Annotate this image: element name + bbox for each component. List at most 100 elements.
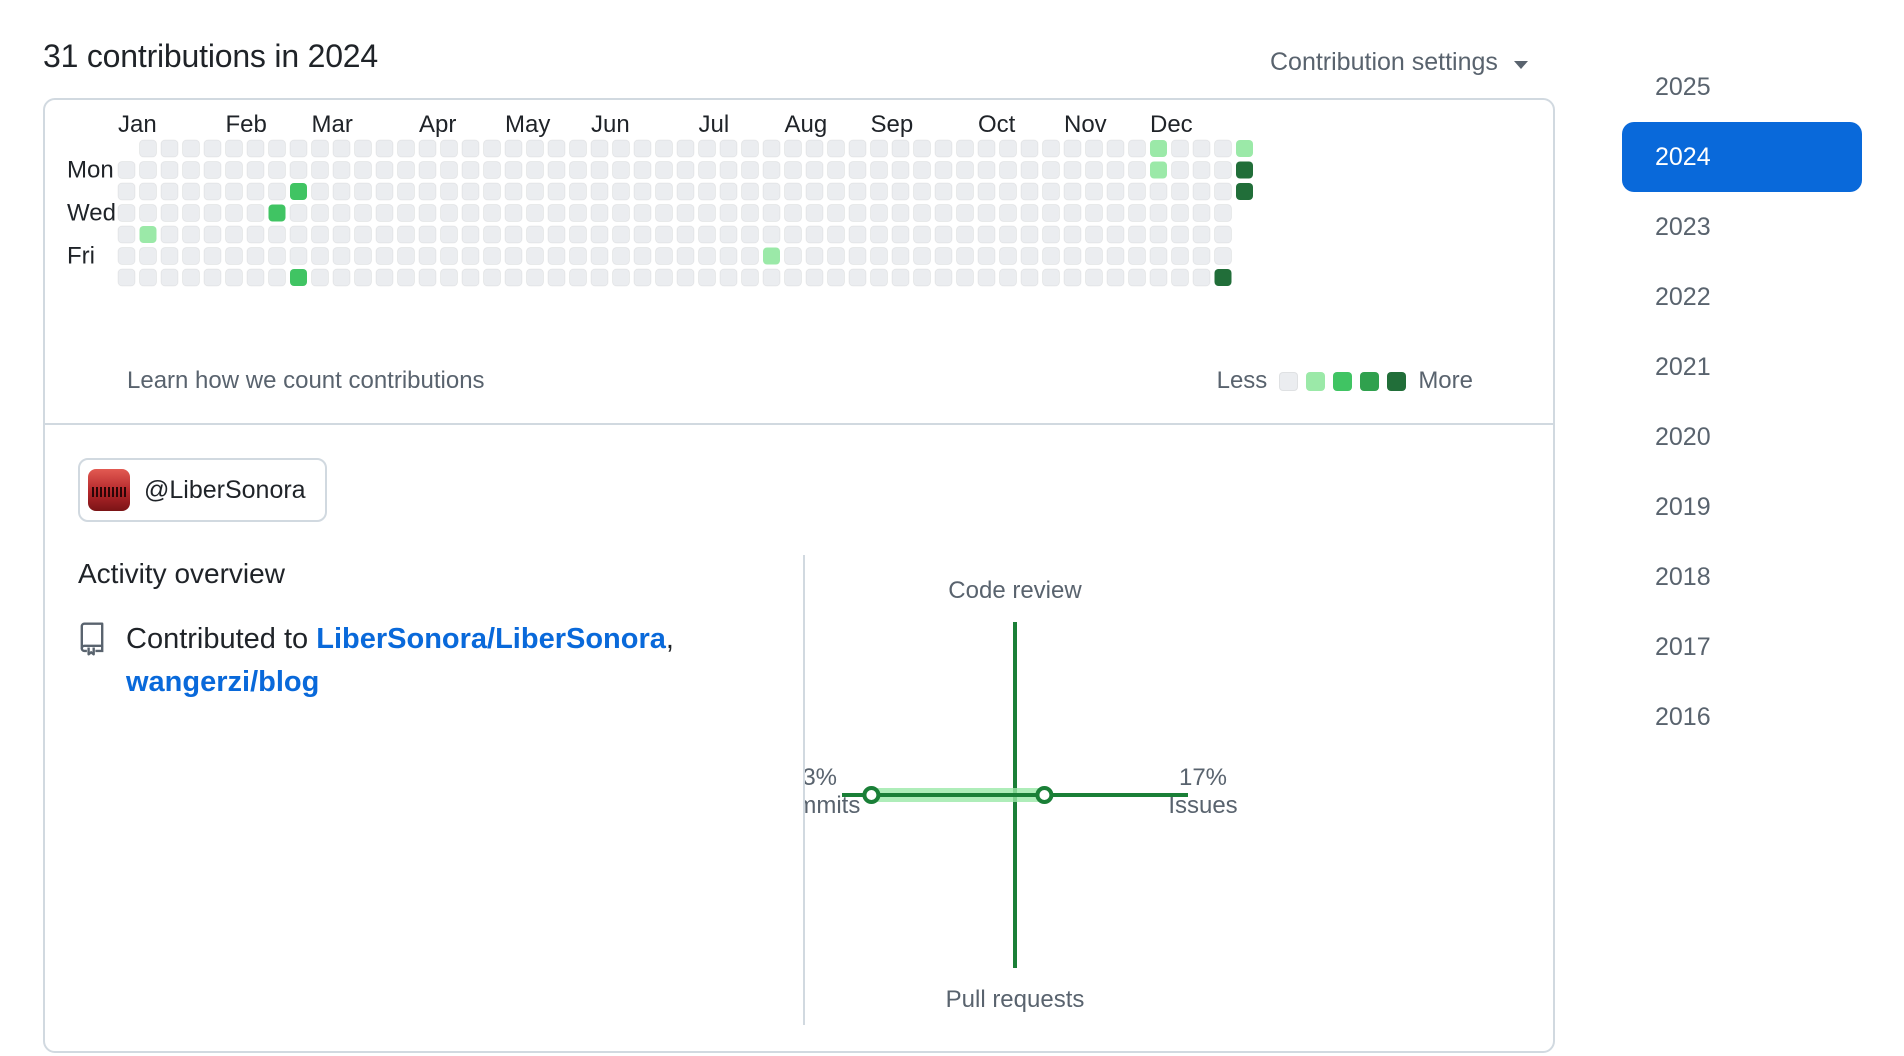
contribution-day-cell[interactable] [891, 225, 910, 244]
contribution-day-cell[interactable] [762, 182, 781, 201]
contribution-day-cell[interactable] [246, 204, 265, 222]
contribution-day-cell[interactable] [569, 139, 587, 158]
contribution-day-cell[interactable] [1171, 225, 1189, 244]
contribution-day-cell[interactable] [418, 225, 437, 244]
contribution-day-cell[interactable] [1042, 139, 1060, 158]
contribution-day-cell[interactable] [590, 247, 609, 265]
contribution-day-cell[interactable] [698, 139, 716, 158]
contribution-settings-button[interactable]: Contribution settings [1270, 48, 1528, 77]
contribution-day-cell[interactable] [655, 268, 673, 287]
year-link-2017[interactable]: 2017 [1622, 612, 1862, 682]
contribution-day-cell[interactable] [655, 204, 673, 222]
contribution-day-cell[interactable] [375, 204, 394, 222]
contribution-day-cell[interactable] [418, 161, 437, 179]
contribution-day-cell[interactable] [1085, 161, 1103, 179]
contribution-day-cell[interactable] [612, 139, 630, 158]
contribution-day-cell[interactable] [311, 268, 329, 287]
contribution-day-cell[interactable] [1085, 204, 1103, 222]
contribution-day-cell[interactable] [827, 225, 845, 244]
contribution-day-cell[interactable] [934, 268, 953, 287]
contribution-day-cell[interactable] [590, 268, 609, 287]
contribution-day-cell[interactable] [977, 268, 996, 287]
contribution-day-cell[interactable] [1171, 268, 1189, 287]
contribution-day-cell[interactable] [934, 204, 953, 222]
contribution-day-cell[interactable] [698, 225, 716, 244]
contribution-day-cell[interactable] [612, 161, 630, 179]
contribution-day-cell[interactable] [203, 268, 222, 287]
contribution-day-cell[interactable] [332, 247, 351, 265]
contribution-day-cell[interactable] [397, 268, 415, 287]
contribution-day-cell[interactable] [225, 161, 243, 179]
contribution-day-cell[interactable] [418, 204, 437, 222]
contribution-day-cell[interactable] [891, 161, 910, 179]
contribution-day-cell[interactable] [676, 268, 695, 287]
contribution-day-cell[interactable] [741, 247, 759, 265]
contribution-day-cell[interactable] [891, 182, 910, 201]
contribution-day-cell[interactable] [418, 139, 437, 158]
contribution-day-cell[interactable] [332, 225, 351, 244]
contribution-day-cell[interactable] [182, 139, 200, 158]
contribution-day-cell[interactable] [246, 268, 265, 287]
contribution-day-cell[interactable] [676, 139, 695, 158]
contribution-day-cell[interactable] [1042, 204, 1060, 222]
contribution-day-cell[interactable] [848, 268, 867, 287]
contribution-day-cell[interactable] [590, 161, 609, 179]
contribution-day-cell[interactable] [203, 182, 222, 201]
contribution-day-cell[interactable] [741, 182, 759, 201]
contribution-day-cell[interactable] [268, 204, 286, 222]
contribution-day-cell[interactable] [182, 204, 200, 222]
contribution-day-cell[interactable] [784, 161, 802, 179]
contribution-day-cell[interactable] [805, 268, 824, 287]
contribution-day-cell[interactable] [139, 226, 157, 243]
contribution-day-cell[interactable] [332, 268, 351, 287]
contribution-day-cell[interactable] [827, 182, 845, 201]
contribution-day-cell[interactable] [1149, 268, 1168, 287]
contribution-day-cell[interactable] [848, 225, 867, 244]
contribution-day-cell[interactable] [1150, 140, 1167, 157]
year-link-2016[interactable]: 2016 [1622, 682, 1862, 752]
contribution-day-cell[interactable] [483, 204, 501, 222]
contribution-day-cell[interactable] [698, 247, 716, 265]
contribution-day-cell[interactable] [289, 247, 308, 265]
contribution-day-cell[interactable] [1149, 182, 1168, 201]
contribution-day-cell[interactable] [1063, 247, 1082, 265]
contribution-day-cell[interactable] [891, 247, 910, 265]
contribution-day-cell[interactable] [1020, 139, 1039, 158]
contribution-day-cell[interactable] [891, 268, 910, 287]
contribution-day-cell[interactable] [289, 161, 308, 179]
contribution-day-cell[interactable] [719, 225, 738, 244]
contribution-day-cell[interactable] [848, 161, 867, 179]
contribution-day-cell[interactable] [440, 139, 458, 158]
contribution-day-cell[interactable] [246, 247, 265, 265]
contribution-day-cell[interactable] [440, 204, 458, 222]
contribution-day-cell[interactable] [1020, 268, 1039, 287]
contribution-day-cell[interactable] [977, 204, 996, 222]
contribution-day-cell[interactable] [117, 204, 136, 222]
contribution-day-cell[interactable] [440, 268, 458, 287]
contribution-day-cell[interactable] [784, 268, 802, 287]
contribution-day-cell[interactable] [440, 182, 458, 201]
contribution-day-cell[interactable] [784, 139, 802, 158]
contribution-day-cell[interactable] [1106, 268, 1125, 287]
contribution-day-cell[interactable] [1085, 225, 1103, 244]
contribution-day-cell[interactable] [547, 204, 566, 222]
contribution-day-cell[interactable] [805, 204, 824, 222]
contribution-day-cell[interactable] [1106, 182, 1125, 201]
contribution-day-cell[interactable] [1150, 161, 1167, 179]
contribution-day-cell[interactable] [827, 247, 845, 265]
contribution-day-cell[interactable] [1128, 247, 1146, 265]
contribution-day-cell[interactable] [1063, 268, 1082, 287]
contribution-day-cell[interactable] [526, 139, 544, 158]
contribution-day-cell[interactable] [139, 204, 157, 222]
contribution-day-cell[interactable] [1214, 182, 1232, 201]
contribution-day-cell[interactable] [1236, 183, 1253, 200]
contribution-day-cell[interactable] [397, 225, 415, 244]
contribution-day-cell[interactable] [741, 161, 759, 179]
contribution-day-cell[interactable] [117, 182, 136, 201]
contribution-day-cell[interactable] [354, 161, 372, 179]
contribution-day-cell[interactable] [805, 182, 824, 201]
contribution-day-cell[interactable] [225, 247, 243, 265]
contribution-day-cell[interactable] [246, 161, 265, 179]
contribution-day-cell[interactable] [999, 182, 1017, 201]
contribution-day-cell[interactable] [1020, 204, 1039, 222]
